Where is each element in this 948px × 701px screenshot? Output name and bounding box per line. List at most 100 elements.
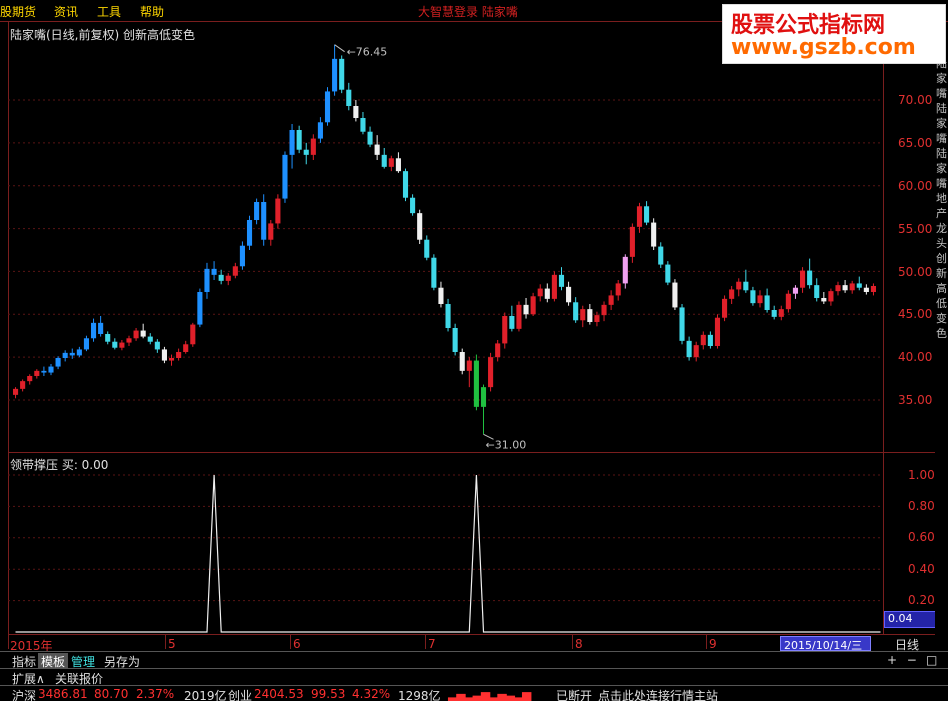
cy-index-name[interactable]: 创业 <box>228 687 252 701</box>
candle-body <box>863 287 869 292</box>
candle-body <box>27 376 33 382</box>
candle-body <box>594 315 600 322</box>
candles <box>12 44 877 440</box>
candle-body <box>410 197 416 214</box>
candle-body <box>466 360 472 371</box>
y-tick: 35.00 <box>898 393 933 407</box>
candle-body <box>636 206 643 227</box>
candle-body <box>83 338 89 350</box>
candle-body <box>700 334 706 346</box>
candle-body <box>119 342 125 348</box>
candle-body <box>807 270 813 286</box>
candle-body <box>814 285 820 298</box>
candle-body <box>821 298 827 302</box>
candle-body <box>282 154 288 199</box>
max-pointer <box>334 44 345 53</box>
menu-center-text: 大智慧登录 陆家嘴 <box>418 5 518 19</box>
tab-indicator[interactable]: 指标 <box>9 653 39 669</box>
indicator-value-box: 0.04 <box>884 611 937 628</box>
tab-expand[interactable]: 扩展∧ <box>9 670 48 686</box>
candle-body <box>324 91 331 123</box>
max-price-label: ←76.45 <box>347 46 388 59</box>
cy-index-value: 2404.53 <box>254 687 304 701</box>
tick-strip-icon: ▂▄▂▃▅▂▄▃▂▅ <box>448 687 531 701</box>
candle-body <box>34 370 40 376</box>
candle-body <box>537 288 543 297</box>
axis-border <box>883 22 884 634</box>
tab-related-quotes[interactable]: 关联报价 <box>52 670 106 686</box>
zoom-out-button[interactable]: − <box>904 653 920 667</box>
chart-canvas[interactable]: ←76.45 ←31.00 <box>8 22 935 634</box>
y-tick: 45.00 <box>898 307 933 321</box>
window-box-button[interactable]: □ <box>924 653 940 667</box>
date-label: 7 <box>428 637 436 651</box>
candle-body <box>154 341 160 350</box>
zoom-in-button[interactable]: + <box>884 653 900 667</box>
candle-body <box>686 340 692 358</box>
candle-body <box>665 264 671 283</box>
date-label: 8 <box>575 637 583 651</box>
sh-index-pct: 2.37% <box>136 687 175 701</box>
candle-body <box>126 338 132 343</box>
candle-body <box>204 268 210 292</box>
candle-body <box>580 309 586 321</box>
candle-body <box>374 144 380 155</box>
candle-body <box>353 106 359 118</box>
candle-body <box>41 370 47 373</box>
tab-save-as[interactable]: 另存为 <box>101 653 143 669</box>
candle-body <box>147 336 153 342</box>
candle-body <box>622 256 628 284</box>
tab-template[interactable]: 模板 <box>38 653 69 669</box>
menu-futures[interactable]: 股期货 <box>0 3 36 20</box>
date-label: 6 <box>293 637 301 651</box>
candle-body <box>76 349 82 356</box>
candle-body <box>615 283 621 296</box>
date-tick <box>572 635 573 649</box>
candle-body <box>424 239 430 258</box>
indicator-y-tick: 0.60 <box>908 530 935 544</box>
candle-body <box>105 334 111 342</box>
candle-body <box>516 304 522 329</box>
candle-body <box>551 274 557 299</box>
date-tick <box>8 635 9 649</box>
connect-hint-link[interactable]: 点击此处连接行情主站 <box>598 687 718 701</box>
tab-bar: 指标 模板 管理 另存为 + − □ <box>0 651 948 669</box>
candle-body <box>296 130 302 150</box>
y-tick: 40.00 <box>898 350 933 364</box>
min-price-label: ←31.00 <box>485 438 526 451</box>
candle-body <box>764 295 770 310</box>
menu-tools[interactable]: 工具 <box>97 3 121 20</box>
candle-body <box>445 304 451 328</box>
indicator-title: 领带撑压 买: 0.00 <box>10 458 109 472</box>
date-tick <box>165 635 166 649</box>
tab-manage[interactable]: 管理 <box>68 653 98 669</box>
sh-index-name[interactable]: 沪深 <box>12 687 36 701</box>
menu-news[interactable]: 资讯 <box>54 3 78 20</box>
indicator-y-tick: 1.00 <box>908 468 935 482</box>
grid <box>8 99 883 602</box>
candle-body <box>254 202 260 220</box>
candle-body <box>55 358 61 367</box>
candle-body <box>112 341 118 348</box>
date-label: 5 <box>168 637 176 651</box>
watermark-logo: 股票公式指标网 www.gszb.com <box>722 4 946 64</box>
candle-body <box>792 287 799 294</box>
candle-body <box>197 292 203 325</box>
menu-help[interactable]: 帮助 <box>140 3 164 20</box>
date-cursor: 2015/10/14/三 <box>780 636 871 652</box>
candle-body <box>140 330 146 337</box>
candle-body <box>480 387 487 407</box>
candle-body <box>62 352 68 358</box>
candle-body <box>658 246 664 265</box>
candle-body <box>225 275 231 281</box>
y-tick: 60.00 <box>898 179 933 193</box>
sh-index-value: 3486.81 <box>38 687 88 701</box>
indicator-line <box>15 474 881 633</box>
candle-body <box>395 158 401 172</box>
candle-body <box>339 58 345 90</box>
candle-body <box>12 388 19 395</box>
candle-body <box>523 304 529 315</box>
y-tick: 55.00 <box>898 222 933 236</box>
candle-body <box>544 288 550 299</box>
candle-body <box>275 198 281 224</box>
